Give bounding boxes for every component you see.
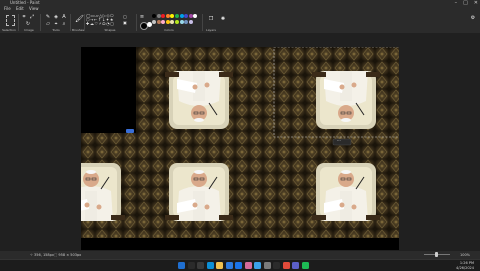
edge-icon[interactable]: [206, 262, 214, 269]
color-swatch[interactable]: [170, 19, 175, 24]
color-swatch[interactable]: [156, 14, 161, 18]
settings-icon[interactable]: ⚙: [470, 15, 476, 21]
group-label-selection: Selection: [2, 28, 16, 32]
group-layers: ❐ Layers: [204, 13, 218, 32]
menu-view[interactable]: View: [29, 6, 39, 11]
crop-icon[interactable]: ⌗: [21, 14, 27, 20]
group-label-tools: Tools: [52, 28, 60, 32]
spotify-icon[interactable]: [301, 262, 309, 269]
group-shapes: ◯▭▱△▷◇⬠ ⬡→←↑↓✦★ ✚☁♡⚡⬭◔▢ ▢ ▣ Shapes: [86, 13, 134, 33]
color-swatch[interactable]: [184, 14, 189, 18]
ribbon-divider: [70, 14, 71, 31]
files-icon[interactable]: [216, 262, 223, 269]
task-view-icon[interactable]: [197, 262, 204, 269]
resize-icon[interactable]: ⤢: [29, 14, 35, 20]
fill-icon[interactable]: ◈: [53, 14, 59, 20]
color-swatch[interactable]: [156, 19, 161, 24]
group-label-colors: Colors: [164, 28, 174, 32]
figure-top-left: [164, 70, 234, 130]
eraser-icon[interactable]: ▱: [45, 21, 51, 27]
canvas-image: [56, 46, 411, 250]
group-selection: Selection: [2, 13, 16, 32]
status-bar: ⊹ 356, 158px ⬚ 958 × 503px 100%: [0, 251, 480, 259]
group-colors: ≡ Colors: [138, 13, 200, 32]
layers-icon[interactable]: ❐: [208, 16, 214, 22]
canvas-area[interactable]: ···: [0, 33, 480, 251]
text-icon[interactable]: A: [61, 14, 67, 20]
figure-bottom-left: [164, 162, 234, 222]
group-image: ⌗ ⤢ ↻ Image: [20, 13, 38, 32]
figure-top-right: [311, 70, 381, 130]
select-tool-icon[interactable]: [6, 15, 15, 26]
color-swatch[interactable]: [165, 19, 170, 24]
brush-icon[interactable]: 🖌: [75, 16, 84, 23]
menu-file[interactable]: File: [4, 6, 11, 11]
group-tools: ✎ ◈ A ▱ ⌖ ⌕ Tools: [44, 13, 68, 32]
group-label-image: Image: [24, 28, 34, 32]
ribbon-divider: [202, 14, 203, 31]
clock-date: 4/26/2024: [456, 265, 474, 270]
chrome-icon[interactable]: [282, 262, 290, 269]
group-brushes: 🖌 Brushes: [72, 13, 85, 33]
selection-toolbar[interactable]: [332, 138, 352, 146]
color-swatch[interactable]: [161, 14, 166, 18]
color-swatch[interactable]: [175, 19, 179, 24]
figure-bottom-right: [311, 162, 381, 222]
group-label-brushes: Brushes: [72, 28, 85, 32]
settings-icon[interactable]: [263, 262, 271, 269]
magnifier-icon[interactable]: ⌕: [61, 21, 67, 27]
taskbar: 1:26 PM 4/26/2024: [0, 259, 480, 271]
group-label-layers: Layers: [206, 28, 216, 32]
color-swatch[interactable]: [188, 19, 193, 24]
group-label-shapes: Shapes: [104, 28, 116, 32]
store-icon[interactable]: [225, 262, 233, 269]
copilot-group: ✺: [218, 13, 228, 32]
copilot-icon[interactable]: ✺: [220, 16, 226, 22]
ribbon-divider: [84, 14, 85, 31]
paint-icon[interactable]: [254, 262, 261, 269]
rotate-icon[interactable]: ↻: [25, 21, 31, 27]
stroke-size-icon[interactable]: ≡: [139, 14, 145, 20]
color-swatch[interactable]: [193, 14, 198, 18]
selection-size: ⬚ 958 × 503px: [54, 253, 82, 257]
terminal-icon[interactable]: [273, 262, 280, 269]
mail-icon[interactable]: [235, 262, 242, 269]
color-palette: [152, 14, 198, 26]
color-swatch[interactable]: [170, 14, 175, 18]
ribbon-divider: [40, 14, 41, 31]
image-badge[interactable]: [126, 129, 134, 133]
system-tray[interactable]: 1:26 PM 4/26/2024: [456, 261, 474, 270]
selection-toolbar-text: ···: [337, 138, 341, 143]
color-swatch[interactable]: [161, 19, 166, 24]
zoom-slider-thumb[interactable]: [435, 252, 438, 257]
color-swatch[interactable]: [165, 14, 170, 18]
cursor-position: ⊹ 356, 158px: [30, 253, 54, 257]
ribbon-divider: [18, 14, 19, 31]
teams-icon[interactable]: [292, 262, 299, 269]
color-swatch[interactable]: [179, 14, 184, 18]
menu-edit[interactable]: Edit: [16, 6, 24, 11]
color-picker-icon[interactable]: ⌖: [53, 21, 59, 27]
color-swatch[interactable]: [152, 14, 156, 18]
photos-icon[interactable]: [244, 262, 252, 269]
figure-bottom-edge: [56, 162, 126, 222]
fill-shape-icon[interactable]: ▣: [122, 20, 128, 26]
document-canvas[interactable]: ···: [56, 46, 411, 250]
pencil-icon[interactable]: ✎: [45, 14, 51, 20]
search-icon[interactable]: [187, 262, 195, 269]
color-swatch[interactable]: [188, 14, 193, 18]
color-swatch[interactable]: [179, 19, 184, 24]
color-swatch[interactable]: [175, 14, 179, 18]
start-icon[interactable]: [178, 262, 185, 269]
shapes-gallery[interactable]: ◯▭▱△▷◇⬠ ⬡→←↑↓✦★ ✚☁♡⚡⬭◔▢: [86, 14, 120, 26]
ribbon-divider: [136, 14, 137, 31]
color-swatch[interactable]: [152, 19, 156, 24]
zoom-level[interactable]: 100%: [460, 251, 470, 259]
ribbon: Selection ⌗ ⤢ ↻ Image ✎ ◈ A ▱ ⌖ ⌕ Tools …: [0, 12, 480, 34]
color-swatch[interactable]: [184, 19, 189, 24]
